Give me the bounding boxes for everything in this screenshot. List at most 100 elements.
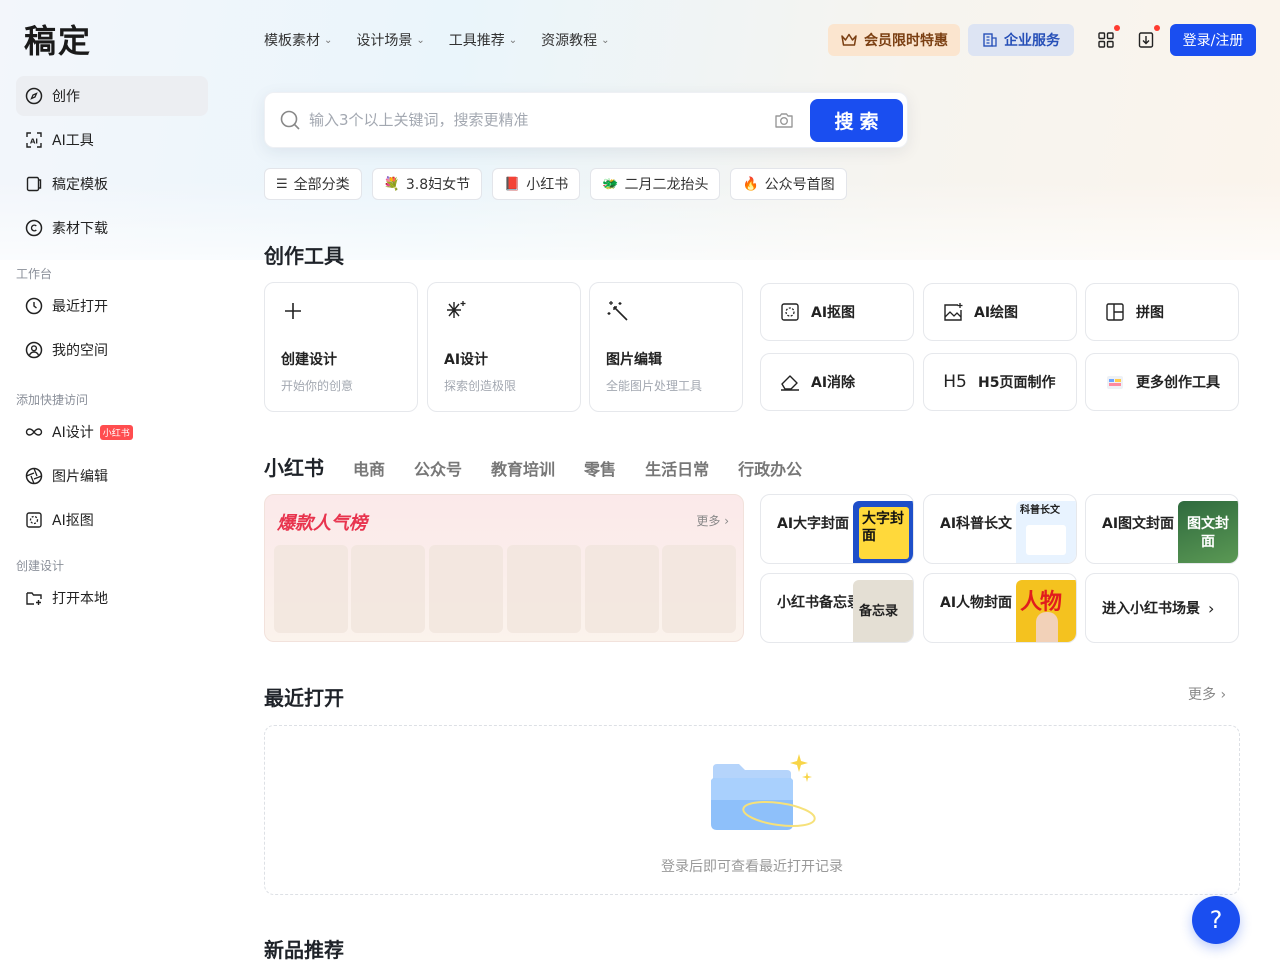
chevron-down-icon: ⌄ — [601, 34, 610, 46]
hot-template-placeholder[interactable] — [274, 545, 348, 633]
apps-grid-icon[interactable] — [1094, 25, 1120, 52]
new-products-section-title: 新品推荐 — [264, 938, 344, 960]
chip-label: 全部分类 — [293, 177, 350, 193]
sidebar-item-label: 素材下载 — [52, 221, 108, 237]
tools-section-title: 创作工具 — [264, 244, 344, 268]
enterprise-button[interactable]: 企业服务 — [968, 24, 1074, 56]
hot-template-placeholder[interactable] — [662, 545, 736, 633]
sidebar-item-ai-design[interactable]: AI设计 小红书 — [16, 412, 208, 452]
hot-template-placeholder[interactable] — [351, 545, 425, 633]
search-bar: 搜索 — [264, 92, 908, 148]
hot-template-placeholder[interactable] — [585, 545, 659, 633]
camera-icon[interactable] — [773, 109, 795, 135]
sidebar-item-recent[interactable]: 最近打开 — [16, 286, 208, 326]
workspace-section-title: 工作台 — [16, 267, 53, 281]
nav-label: 工具推荐 — [448, 33, 505, 49]
tool-subtitle: 开始你的创意 — [281, 379, 354, 393]
nav-label: 设计场景 — [356, 33, 413, 49]
chip-wechat-cover[interactable]: 🔥 公众号首图 — [730, 168, 847, 200]
more-tools[interactable]: 更多创作工具 — [1085, 353, 1239, 411]
h5-page-tool[interactable]: H5 H5页面制作 — [923, 353, 1077, 411]
hot-template-placeholder[interactable] — [507, 545, 581, 633]
nav-label: 资源教程 — [541, 33, 598, 49]
sidebar-item-create[interactable]: 创作 — [16, 76, 208, 116]
nav-resources[interactable]: 资源教程 ⌄ — [541, 28, 609, 52]
tool-title: AI设计 — [444, 352, 489, 368]
ai-portrait-cover-card[interactable]: AI人物封面 人物 — [923, 573, 1077, 643]
nav-templates[interactable]: 模板素材 ⌄ — [264, 28, 332, 52]
tab-retail[interactable]: 零售 — [584, 456, 616, 480]
copyright-icon — [24, 218, 44, 238]
ai-eraser-tool[interactable]: AI消除 — [760, 353, 914, 411]
sidebar-item-ai-tools[interactable]: AI AI工具 — [16, 120, 208, 160]
tab-education[interactable]: 教育培训 — [491, 456, 555, 480]
sidebar-item-image-edit[interactable]: 图片编辑 — [16, 456, 208, 496]
recent-more-link[interactable]: 更多 › — [1188, 684, 1226, 704]
tool-label: H5页面制作 — [978, 375, 1056, 391]
sidebar-item-assets[interactable]: 素材下载 — [16, 208, 208, 248]
enter-scene-label: 进入小红书场景 — [1102, 601, 1200, 617]
download-icon[interactable] — [1134, 25, 1160, 52]
nav-scenes[interactable]: 设计场景 ⌄ — [356, 28, 424, 52]
chip-label: 3.8妇女节 — [405, 177, 471, 193]
nav-tools[interactable]: 工具推荐 ⌄ — [449, 28, 517, 52]
card-title: AI科普长文 — [940, 516, 1013, 532]
chip-womens-day[interactable]: 💐 3.8妇女节 — [371, 168, 483, 200]
tab-daily-life[interactable]: 生活日常 — [645, 456, 709, 480]
chip-label: 公众号首图 — [764, 177, 835, 193]
search-button[interactable]: 搜索 — [810, 99, 903, 142]
building-icon — [982, 32, 998, 48]
sidebar-item-open-local[interactable]: 打开本地 — [16, 578, 208, 618]
chip-dragon-festival[interactable]: 🐲 二月二龙抬头 — [590, 168, 721, 200]
ai-painting-tool[interactable]: AI绘图 — [923, 283, 1077, 341]
tool-label: AI抠图 — [811, 305, 856, 321]
recent-empty-state: 登录后即可查看最近打开记录 — [264, 725, 1240, 895]
card-title: AI图文封面 — [1102, 516, 1175, 532]
tool-label: AI绘图 — [974, 305, 1019, 321]
xhs-memo-card[interactable]: 小红书备忘录 备忘录 — [760, 573, 914, 643]
tab-wechat[interactable]: 公众号 — [414, 456, 462, 480]
chevron-right-icon: › — [1220, 687, 1227, 703]
aperture-icon — [24, 466, 44, 486]
ai-bigtext-cover-card[interactable]: AI大字封面 大字封面 — [760, 494, 914, 564]
sidebar-item-label: AI抠图 — [52, 513, 94, 529]
chevron-down-icon: ⌄ — [324, 34, 333, 46]
sidebar-item-ai-cutout[interactable]: AI抠图 — [16, 500, 208, 540]
sparkle-icon — [444, 299, 468, 323]
image-text-cover-thumbnail: 图文封面 — [1178, 501, 1238, 563]
tab-office[interactable]: 行政办公 — [738, 456, 802, 480]
tab-xiaohongshu[interactable]: 小红书 — [264, 452, 324, 481]
folder-plus-icon — [24, 588, 44, 608]
tab-ecommerce[interactable]: 电商 — [353, 456, 385, 480]
card-title: AI人物封面 — [940, 595, 1013, 611]
ai-design-card[interactable]: AI设计 探索创造极限 — [427, 282, 581, 412]
enter-xhs-scene-card[interactable]: 进入小红书场景 › — [1085, 573, 1239, 643]
help-button[interactable]: ? — [1192, 896, 1240, 944]
ai-image-text-cover-card[interactable]: AI图文封面 图文封面 — [1085, 494, 1239, 564]
notification-dot — [1114, 25, 1120, 31]
vip-label: 会员限时特惠 — [864, 33, 948, 49]
search-input[interactable] — [309, 107, 749, 133]
chip-xiaohongshu[interactable]: 📕 小红书 — [492, 168, 581, 200]
sidebar-item-my-space[interactable]: 我的空间 — [16, 330, 208, 370]
collage-tool[interactable]: 拼图 — [1085, 283, 1239, 341]
ai-cutout-tool[interactable]: AI抠图 — [760, 283, 914, 341]
thumbnail-text: 科普长文 — [1020, 505, 1060, 516]
vip-offer-button[interactable]: 会员限时特惠 — [828, 24, 960, 56]
book-icon: 📕 — [504, 176, 521, 192]
image-edit-card[interactable]: 图片编辑 全能图片处理工具 — [589, 282, 743, 412]
hot-ranking-card[interactable]: 爆款人气榜 更多 › — [264, 494, 744, 642]
empty-state-text: 登录后即可查看最近打开记录 — [661, 859, 843, 875]
chip-all-categories[interactable]: ☰ 全部分类 — [264, 168, 362, 200]
hot-ranking-title: 爆款人气榜 — [277, 513, 367, 534]
hot-more-link[interactable]: 更多 › — [696, 512, 729, 529]
hot-template-placeholder[interactable] — [429, 545, 503, 633]
empty-folder-illustration — [709, 752, 819, 840]
logo[interactable]: 稿定 — [24, 16, 92, 62]
ai-science-article-card[interactable]: AI科普长文 科普长文 — [923, 494, 1077, 564]
sidebar-item-templates[interactable]: 稿定模板 — [16, 164, 208, 204]
create-design-card[interactable]: 创建设计 开始你的创意 — [264, 282, 418, 412]
tool-title: 创建设计 — [281, 352, 337, 368]
tool-subtitle: 探索创造极限 — [444, 379, 517, 393]
login-button[interactable]: 登录/注册 — [1170, 24, 1256, 56]
